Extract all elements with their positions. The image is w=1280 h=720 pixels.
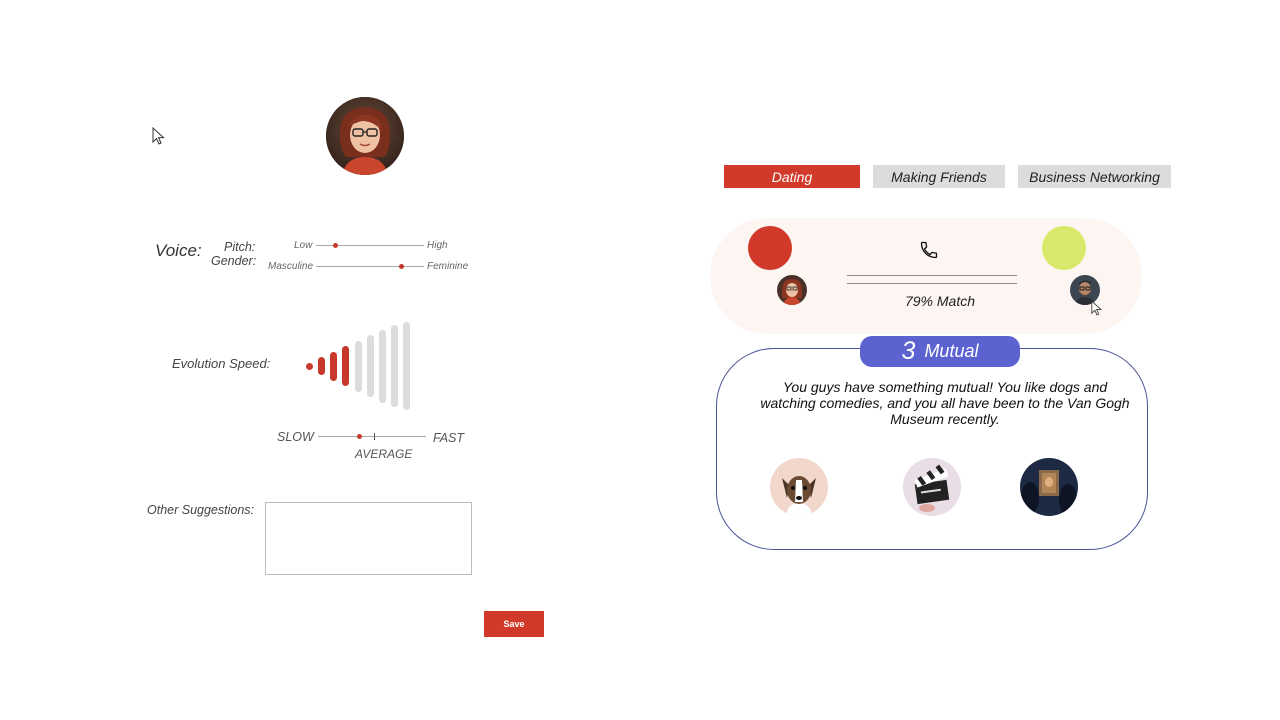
mutual-description: You guys have something mutual! You like… [760, 379, 1130, 427]
pitch-high-label: High [427, 240, 448, 251]
pitch-label: Pitch: [224, 240, 256, 254]
evolution-level-bar [403, 322, 410, 410]
gender-slider-track [316, 266, 424, 267]
mutual-label: Mutual [924, 341, 979, 361]
speed-average-tick [374, 433, 375, 440]
gender-low-label: Masculine [268, 261, 314, 272]
museum-painting-icon[interactable] [1020, 458, 1078, 516]
gender-slider[interactable] [316, 264, 424, 270]
evolution-level-bar [306, 362, 313, 370]
clapperboard-icon[interactable] [903, 458, 961, 516]
evolution-level-bar [318, 357, 326, 375]
evolution-level-bar [342, 346, 350, 386]
user-color-indicator [748, 226, 792, 270]
call-button[interactable] [919, 240, 939, 260]
evolution-level-bar [330, 351, 338, 381]
match-color-indicator [1042, 226, 1086, 270]
voice-label: Voice: [155, 241, 202, 260]
match-progress-bottom-line [847, 283, 1017, 284]
tab-business-networking[interactable]: Business Networking [1018, 165, 1171, 188]
gender-slider-thumb[interactable] [398, 264, 404, 269]
evolution-speed-label: Evolution Speed: [172, 356, 271, 371]
gender-label: Gender: [211, 254, 257, 268]
user-avatar[interactable] [777, 275, 807, 305]
speed-slider[interactable] [318, 433, 426, 440]
mouse-cursor-icon [1091, 300, 1103, 317]
speed-average-label: AVERAGE [355, 447, 413, 461]
save-button[interactable]: Save [484, 611, 544, 637]
pitch-slider-thumb[interactable] [332, 243, 338, 248]
pitch-slider[interactable] [316, 243, 424, 249]
phone-icon [919, 241, 939, 264]
pitch-low-label: Low [294, 240, 313, 251]
mutual-badge: 3 Mutual [860, 336, 1020, 367]
speed-slider-thumb[interactable] [356, 434, 362, 439]
match-percent-label: 79% Match [904, 293, 976, 309]
mouse-cursor-icon [152, 127, 166, 146]
dog-icon[interactable] [770, 458, 828, 516]
tab-making-friends[interactable]: Making Friends [873, 165, 1005, 188]
speed-fast-label: FAST [433, 431, 465, 445]
mutual-count: 3 [901, 337, 916, 365]
speed-slider-track [318, 436, 426, 437]
match-progress-top-line [847, 275, 1017, 276]
evolution-level-bar [390, 325, 398, 407]
evolution-level-bar [366, 335, 374, 397]
tab-dating[interactable]: Dating [724, 165, 860, 188]
evolution-level-bar [378, 329, 386, 403]
gender-high-label: Feminine [427, 261, 469, 272]
evolution-level-indicator [306, 313, 410, 410]
profile-avatar[interactable] [326, 97, 404, 175]
evolution-level-bar [354, 340, 362, 392]
other-suggestions-textarea[interactable] [265, 502, 472, 575]
speed-slow-label: SLOW [277, 430, 314, 444]
other-suggestions-label: Other Suggestions: [147, 503, 255, 517]
